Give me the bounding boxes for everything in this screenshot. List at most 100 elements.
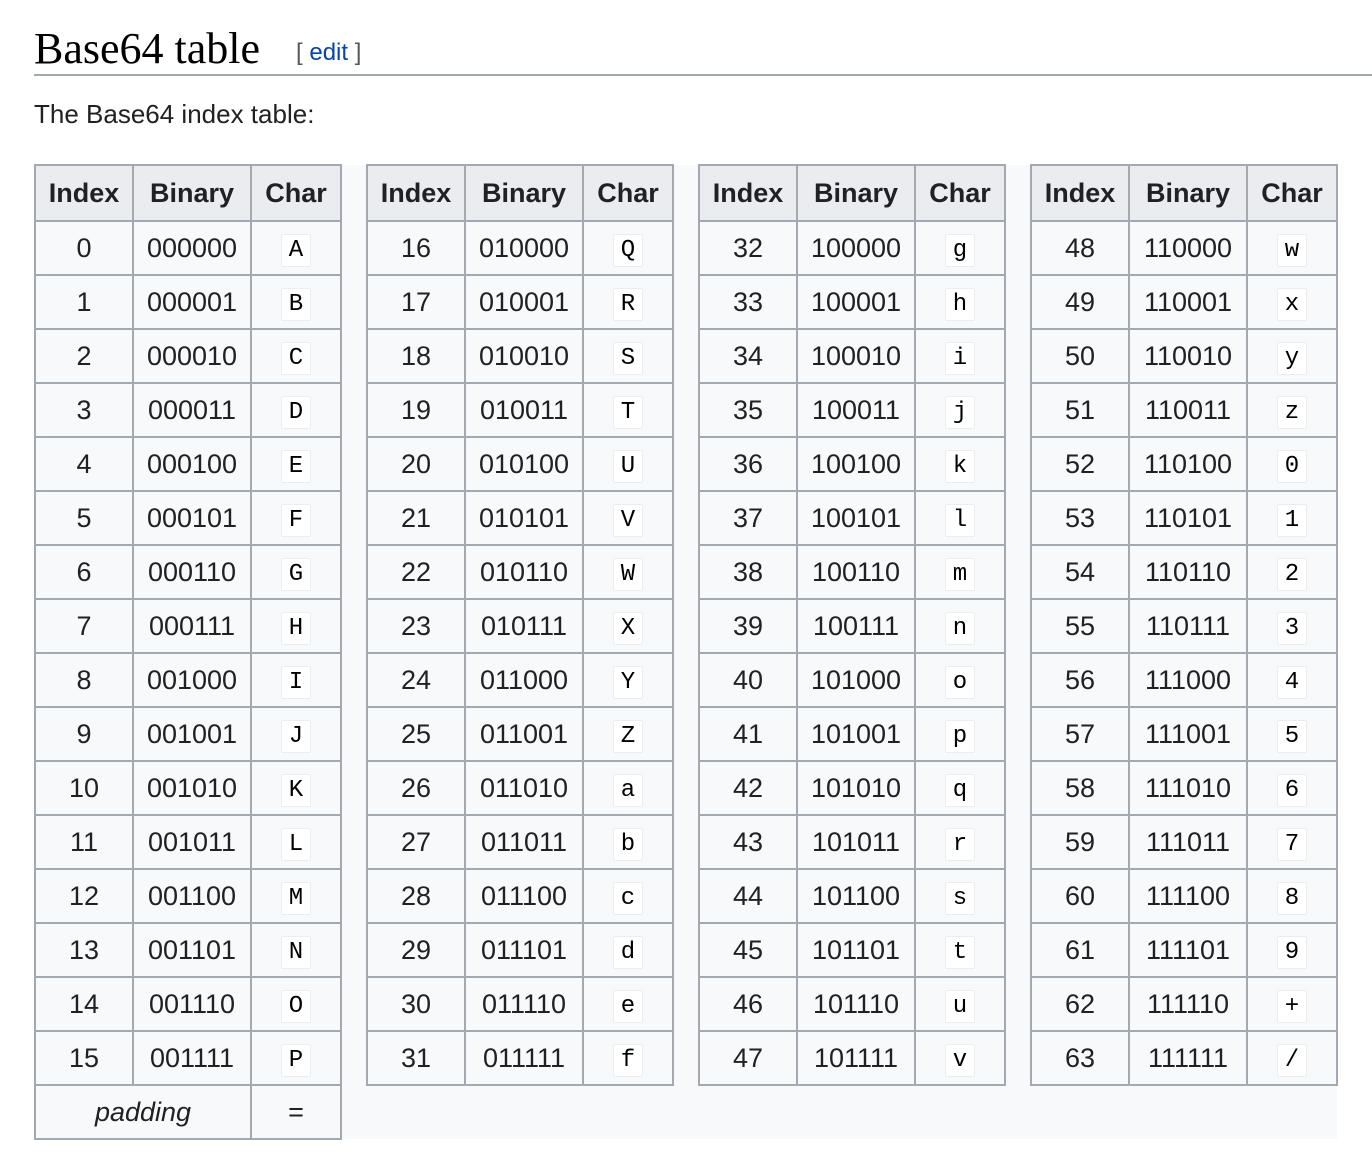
char-code: J	[280, 720, 312, 753]
char-cell: 6	[1246, 760, 1338, 816]
edit-section-link[interactable]: edit	[309, 39, 348, 66]
binary-cell: 000000	[132, 220, 252, 276]
index-cell: 34	[698, 328, 798, 384]
char-code: d	[612, 936, 644, 969]
index-cell: 61	[1030, 922, 1130, 978]
group-gap	[672, 383, 700, 437]
char-cell: h	[914, 274, 1006, 330]
char-cell: I	[250, 652, 342, 708]
index-cell: 19	[366, 382, 466, 438]
group-gap	[672, 707, 700, 761]
char-cell: F	[250, 490, 342, 546]
char-code: S	[612, 342, 644, 375]
char-code: 3	[1276, 612, 1308, 645]
char-cell: a	[582, 760, 674, 816]
padding-row-filler	[341, 1085, 1337, 1139]
char-cell: S	[582, 328, 674, 384]
index-cell: 63	[1030, 1030, 1130, 1086]
index-cell: 21	[366, 490, 466, 546]
index-cell: 20	[366, 436, 466, 492]
binary-cell: 000100	[132, 436, 252, 492]
binary-cell: 110010	[1128, 328, 1248, 384]
char-code: v	[944, 1044, 976, 1077]
group-gap	[1004, 383, 1032, 437]
index-cell: 32	[698, 220, 798, 276]
group-gap	[1004, 923, 1032, 977]
group-gap	[1004, 653, 1032, 707]
char-code: Q	[612, 234, 644, 267]
char-cell: s	[914, 868, 1006, 924]
table-row: 4 000100 E 20 010100 U 36 100100 k 52 110100 0	[34, 436, 1338, 492]
binary-cell: 010110	[464, 544, 584, 600]
index-cell: 9	[34, 706, 134, 762]
group-gap	[1004, 761, 1032, 815]
char-code: l	[944, 504, 976, 537]
char-code: D	[280, 396, 312, 429]
header-index: Index	[366, 164, 466, 222]
group-gap	[672, 599, 700, 653]
group-gap	[340, 545, 368, 599]
char-code: K	[280, 774, 312, 807]
binary-cell: 011100	[464, 868, 584, 924]
char-cell: m	[914, 544, 1006, 600]
char-code: W	[612, 558, 644, 591]
char-cell: M	[250, 868, 342, 924]
binary-cell: 011110	[464, 976, 584, 1032]
group-gap	[672, 815, 700, 869]
char-code: 7	[1276, 828, 1308, 861]
binary-cell: 110000	[1128, 220, 1248, 276]
char-cell: E	[250, 436, 342, 492]
char-code: h	[944, 288, 976, 321]
index-cell: 29	[366, 922, 466, 978]
padding-char: =	[250, 1084, 342, 1140]
binary-cell: 001110	[132, 976, 252, 1032]
header-char: Char	[1246, 164, 1338, 222]
char-code: n	[944, 612, 976, 645]
binary-cell: 010000	[464, 220, 584, 276]
header-char: Char	[582, 164, 674, 222]
binary-cell: 001100	[132, 868, 252, 924]
char-code: Z	[612, 720, 644, 753]
group-gap	[1004, 437, 1032, 491]
index-cell: 22	[366, 544, 466, 600]
index-cell: 52	[1030, 436, 1130, 492]
char-code: j	[944, 396, 976, 429]
table-row: 11 001011 L 27 011011 b 43 101011 r 59 111011 7	[34, 814, 1338, 870]
char-code: m	[944, 558, 976, 591]
index-cell: 60	[1030, 868, 1130, 924]
char-code: M	[280, 882, 312, 915]
char-code: 6	[1276, 774, 1308, 807]
header-binary: Binary	[464, 164, 584, 222]
index-cell: 50	[1030, 328, 1130, 384]
index-cell: 33	[698, 274, 798, 330]
char-cell: b	[582, 814, 674, 870]
group-gap	[672, 329, 700, 383]
edit-section-link-wrapper: [ edit ]	[296, 38, 361, 68]
group-gap	[340, 165, 368, 221]
index-cell: 30	[366, 976, 466, 1032]
intro-text: The Base64 index table:	[34, 99, 315, 129]
binary-cell: 000110	[132, 544, 252, 600]
index-cell: 35	[698, 382, 798, 438]
group-gap	[340, 1031, 368, 1085]
index-cell: 55	[1030, 598, 1130, 654]
group-gap	[1004, 221, 1032, 275]
binary-cell: 001011	[132, 814, 252, 870]
table-row: 15 001111 P 31 011111 f 47 101111 v 63 111111 /	[34, 1030, 1338, 1086]
char-code: E	[280, 450, 312, 483]
binary-cell: 111000	[1128, 652, 1248, 708]
char-code: g	[944, 234, 976, 267]
binary-cell: 101010	[796, 760, 916, 816]
index-cell: 51	[1030, 382, 1130, 438]
char-cell: B	[250, 274, 342, 330]
binary-cell: 010111	[464, 598, 584, 654]
padding-row: padding =	[34, 1084, 1337, 1140]
char-code: /	[1276, 1044, 1308, 1077]
index-cell: 42	[698, 760, 798, 816]
char-cell: N	[250, 922, 342, 978]
binary-cell: 110111	[1128, 598, 1248, 654]
binary-cell: 101110	[796, 976, 916, 1032]
char-cell: 1	[1246, 490, 1338, 546]
binary-cell: 010100	[464, 436, 584, 492]
char-cell: O	[250, 976, 342, 1032]
